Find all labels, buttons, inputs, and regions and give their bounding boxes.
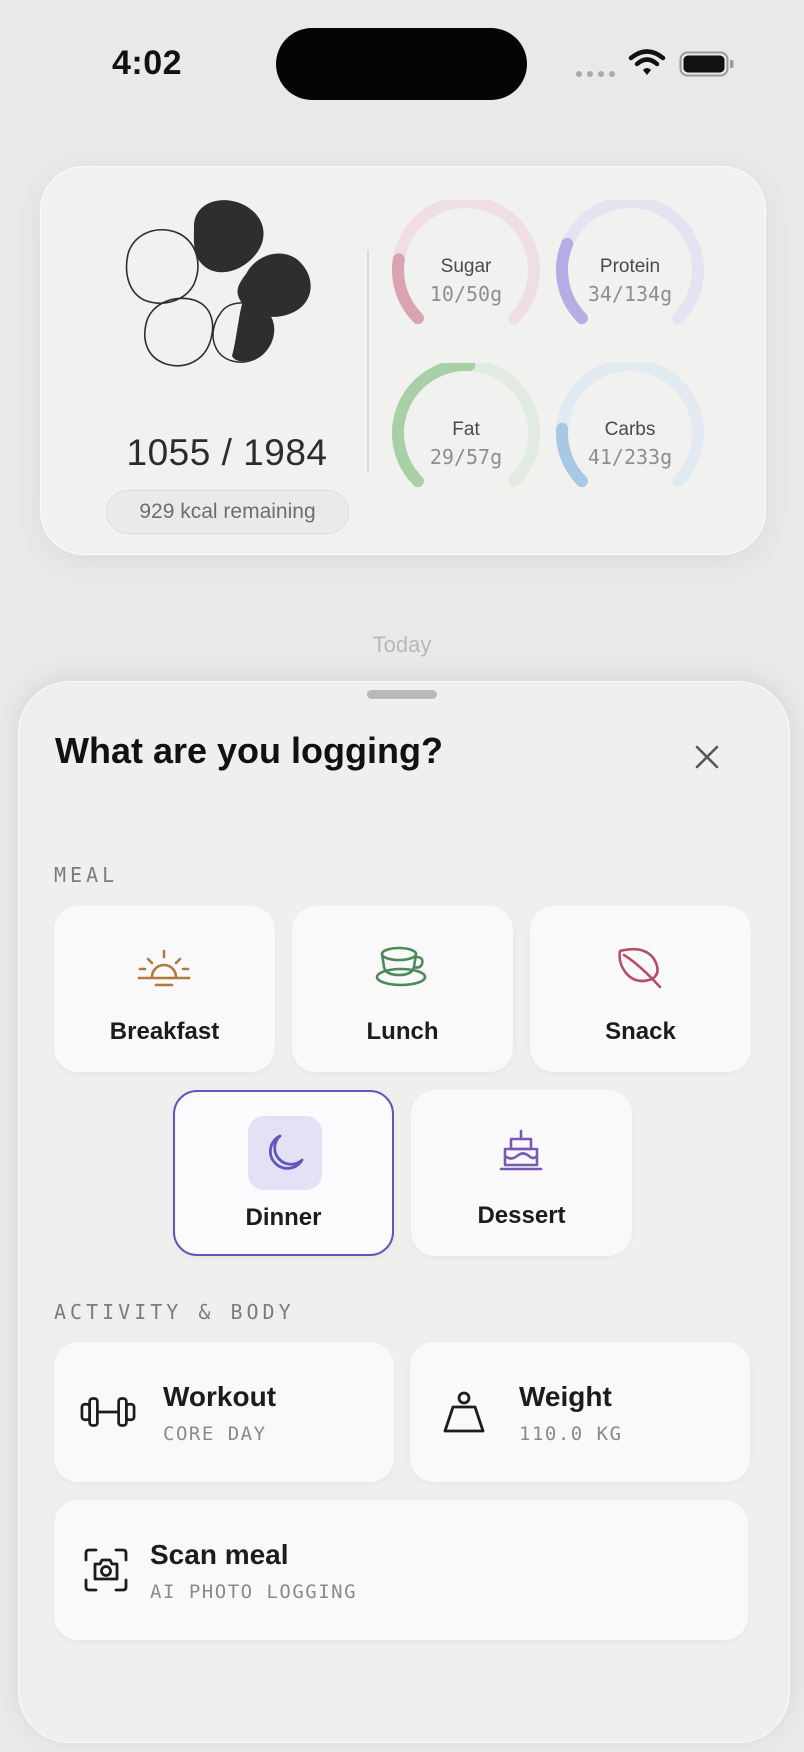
scan-title: Scan meal [150,1539,289,1570]
workout-title: Workout [163,1381,277,1412]
meal-label: Breakfast [109,1018,220,1045]
sheet-grabber[interactable] [367,690,437,699]
close-icon [695,745,719,769]
meal-snack-button[interactable]: Snack [530,906,751,1072]
macro-name: Fat [452,419,480,440]
camera-scan-icon [78,1544,134,1596]
cellular-signal-icon [576,71,615,77]
moon-icon [248,1116,322,1190]
macro-value: 34/134g [587,282,673,306]
section-label-activity: ACTIVITY & BODY [54,1300,295,1324]
meal-label: Lunch [366,1018,439,1045]
leaf-icon [600,934,680,1000]
meal-label: Dinner [245,1204,322,1231]
close-button[interactable] [682,732,732,782]
weight-subtitle: 110.0 KG [519,1423,623,1445]
cake-icon [481,1118,561,1184]
scan-meal-button[interactable]: Scan meal AI PHOTO LOGGING [54,1500,748,1640]
meal-dinner-button[interactable]: Dinner [173,1090,394,1256]
weight-button[interactable]: Weight 110.0 KG [410,1342,750,1482]
dumbbell-icon [80,1386,136,1438]
scale-weight-icon [436,1386,492,1438]
status-time: 4:02 [112,44,183,82]
summary-divider [367,250,369,472]
scan-subtitle: AI PHOTO LOGGING [150,1581,358,1603]
workout-button[interactable]: Workout CORE DAY [54,1342,394,1482]
sunrise-icon [124,934,204,1000]
meal-breakfast-button[interactable]: Breakfast [54,906,275,1072]
macro-name: Carbs [604,419,656,440]
calorie-total: 1055 / 1984 [126,432,328,473]
macro-value: 10/50g [429,282,503,306]
teacup-icon [362,934,442,1000]
macro-name: Protein [599,256,661,277]
macro-value: 41/233g [587,445,673,469]
meal-label: Snack [605,1018,676,1045]
meal-label: Dessert [477,1202,566,1229]
meal-lunch-button[interactable]: Lunch [292,906,513,1072]
macro-ring-fat: Fat 29/57g [386,363,546,503]
workout-subtitle: CORE DAY [163,1423,267,1445]
meal-dessert-button[interactable]: Dessert [411,1090,632,1256]
calories-remaining-badge: 929 kcal remaining [106,490,349,534]
date-label[interactable]: Today [352,632,452,658]
macro-ring-carbs: Carbs 41/233g [550,363,710,503]
section-label-meal: MEAL [54,863,119,887]
dynamic-island [276,28,527,100]
macro-ring-protein: Protein 34/134g [550,200,710,340]
calorie-flower-icon [125,200,311,367]
macro-name: Sugar [440,256,492,277]
macro-ring-sugar: Sugar 10/50g [386,200,546,340]
wifi-icon [628,49,666,75]
macro-value: 29/57g [429,445,503,469]
sheet-title: What are you logging? [55,730,443,771]
battery-icon [679,51,734,77]
weight-title: Weight [519,1381,612,1412]
